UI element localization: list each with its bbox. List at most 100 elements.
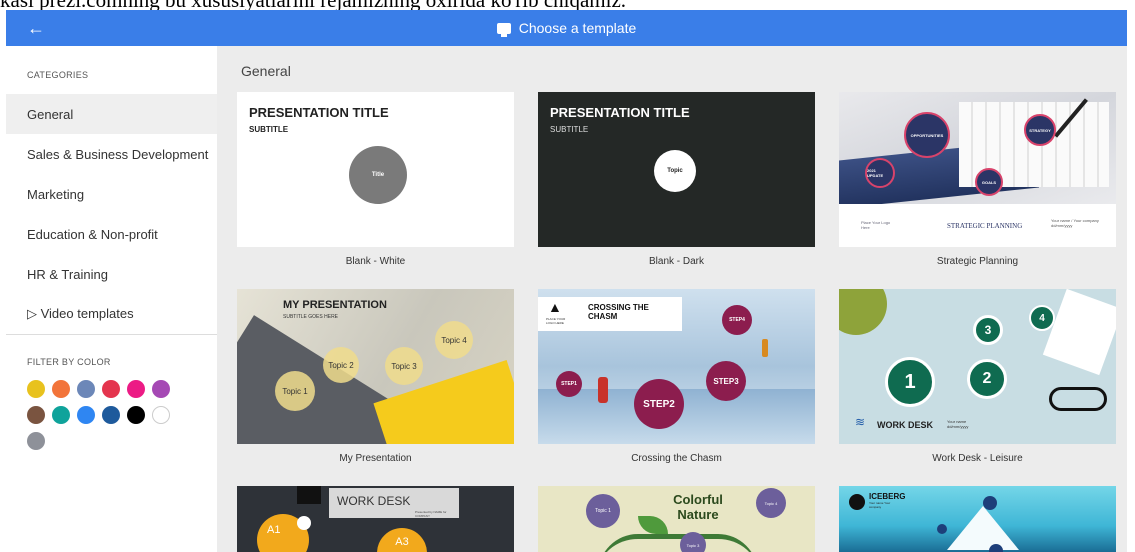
category-marketing[interactable]: Marketing: [6, 174, 217, 214]
color-swatch[interactable]: [102, 406, 120, 424]
step-3-circle: STEP3: [706, 361, 746, 401]
node-update: 2021 UPDATE: [865, 158, 895, 188]
filter-by-color-heading: FILTER BY COLOR: [27, 357, 111, 367]
logo-dot: [849, 494, 865, 510]
thumb-topic-circle: Title: [349, 146, 407, 204]
node-circle-2: [937, 524, 947, 534]
color-swatch[interactable]: [52, 406, 70, 424]
thumb-title: STRATEGIC PLANNING: [947, 222, 1023, 230]
node-strategy: STRATEGY: [1024, 114, 1056, 146]
template-thumbnail[interactable]: PRESENTATION TITLE SUBTITLE Topic: [538, 92, 815, 247]
wave-logo-icon: ≋: [855, 415, 866, 429]
thumb-title: WORK DESK: [877, 420, 933, 430]
color-swatch[interactable]: [152, 380, 170, 398]
thumb-title: CROSSING THE CHASM: [588, 303, 649, 321]
thumb-subtitle: SUBTITLE: [249, 125, 289, 134]
topic-3-circle: Topic 3: [385, 347, 423, 385]
climber-figure: [598, 377, 608, 403]
iceberg-illustration: [947, 506, 1019, 550]
thumb-title: PRESENTATION TITLE: [249, 105, 389, 120]
badge-a3-circle: A3: [377, 528, 427, 552]
color-swatch[interactable]: [152, 406, 170, 424]
number-3-circle: 3: [973, 315, 1003, 345]
dark-shape: [297, 486, 321, 504]
template-label: Work Desk - Leisure: [932, 453, 1023, 464]
topic-4-circle: Topic 4: [756, 488, 786, 518]
climber-figure-2: [762, 339, 768, 357]
color-swatch[interactable]: [52, 380, 70, 398]
vine-illustration: [598, 534, 758, 552]
leaf-illustration: [638, 516, 668, 534]
sidebar: CATEGORIES General Sales & Business Deve…: [6, 46, 217, 552]
template-thumbnail[interactable]: ICEBERG Your name Your company: [839, 486, 1116, 552]
info-text: Your name Your company: [869, 501, 891, 509]
template-thumbnail[interactable]: Topic 1 Topic 3 Topic 4 Colorful Nature: [538, 486, 815, 552]
template-thumbnail[interactable]: 1 2 3 4 ≋ WORK DESK Your name dd/mm/yyyy: [839, 289, 1116, 444]
info-text: Your name dd/mm/yyyy: [947, 419, 969, 429]
number-4-circle: 4: [1029, 305, 1055, 331]
template-chooser-screen: kasi prezi.comning bu xususiyatlarini re…: [0, 0, 1135, 552]
color-swatch[interactable]: [127, 380, 145, 398]
color-swatch[interactable]: [127, 406, 145, 424]
thumb-title: MY PRESENTATION: [283, 299, 387, 311]
template-thumbnail[interactable]: PRESENTATION TITLE SUBTITLE Title: [237, 92, 514, 247]
category-general[interactable]: General: [6, 94, 217, 134]
glasses-illustration: [1049, 387, 1107, 411]
top-bar: ← Choose a template: [6, 10, 1127, 46]
number-2-circle: 2: [967, 359, 1007, 399]
coffee-cup-illustration: [839, 289, 887, 335]
categories-heading: CATEGORIES: [27, 70, 89, 80]
thumb-topic-circle: Topic: [654, 150, 696, 192]
number-1-circle: 1: [885, 357, 935, 407]
topic-1-circle: Topic 1: [586, 494, 620, 528]
category-education[interactable]: Education & Non-profit: [6, 214, 217, 254]
template-label: My Presentation: [339, 453, 412, 464]
template-label: Strategic Planning: [936, 256, 1019, 267]
template-thumbnail[interactable]: WORK DESK Presented by NAME for COMPANY …: [237, 486, 514, 552]
top-bar-title-text: Choose a template: [518, 20, 637, 36]
category-hr[interactable]: HR & Training: [6, 254, 217, 294]
logo-placeholder-text: PLACE YOUR LOGO HERE: [546, 317, 566, 325]
topic-1-circle: Topic 1: [275, 371, 315, 411]
info-text: Presented by NAME for COMPANY: [415, 510, 447, 518]
category-sales[interactable]: Sales & Business Development: [6, 134, 217, 174]
sidebar-divider: [6, 334, 217, 335]
topic-3-circle: Topic 3: [680, 532, 706, 552]
template-label: Blank - White: [345, 256, 406, 267]
logo-placeholder-text: Place Your Logo Here: [861, 220, 891, 230]
thumb-subtitle: SUBTITLE GOES HERE: [283, 314, 339, 320]
thumb-title: Colorful Nature: [673, 492, 723, 522]
thumb-title: WORK DESK: [337, 494, 411, 508]
step-2-circle: STEP2: [634, 379, 684, 429]
caption-text: kasi prezi.comning bu xususiyatlarini re…: [0, 0, 626, 10]
thumb-title: PRESENTATION TITLE: [550, 105, 690, 120]
color-swatch[interactable]: [27, 380, 45, 398]
template-gallery: General PRESENTATION TITLE SUBTITLE Titl…: [217, 46, 1127, 552]
node-circle-3: [989, 544, 1003, 552]
template-label: Blank - Dark: [648, 256, 704, 267]
color-swatch[interactable]: [77, 406, 95, 424]
notepad-illustration: [1042, 289, 1116, 376]
color-swatch[interactable]: [27, 406, 45, 424]
mountain-logo-icon: ▲: [548, 299, 562, 315]
color-swatch[interactable]: [27, 432, 45, 450]
node-goals: GOALS: [975, 168, 1003, 196]
color-swatch[interactable]: [77, 380, 95, 398]
topic-4-circle: Topic 4: [435, 321, 473, 359]
thumb-title: ICEBERG: [869, 492, 906, 501]
template-label: Crossing the Chasm: [631, 453, 722, 464]
step-4-circle: STEP4: [722, 305, 752, 335]
color-swatch[interactable]: [102, 380, 120, 398]
white-dot: [297, 516, 311, 530]
node-opportunities: OPPORTUNITIES: [904, 112, 950, 158]
section-title: General: [241, 63, 291, 79]
category-video-templates[interactable]: ▷ Video templates: [6, 294, 217, 334]
template-thumbnail[interactable]: MY PRESENTATION SUBTITLE GOES HERE Topic…: [237, 289, 514, 444]
step-1-circle: STEP1: [556, 371, 582, 397]
node-circle-1: [983, 496, 997, 510]
template-icon: [496, 22, 511, 37]
template-thumbnail[interactable]: ▲ PLACE YOUR LOGO HERE CROSSING THE CHAS…: [538, 289, 815, 444]
template-thumbnail[interactable]: OPPORTUNITIES STRATEGY 2021 UPDATE GOALS…: [839, 92, 1116, 247]
thumb-subtitle: SUBTITLE: [550, 125, 589, 134]
info-text: Your name / Your company dd/mm/yyyy: [1051, 218, 1099, 228]
